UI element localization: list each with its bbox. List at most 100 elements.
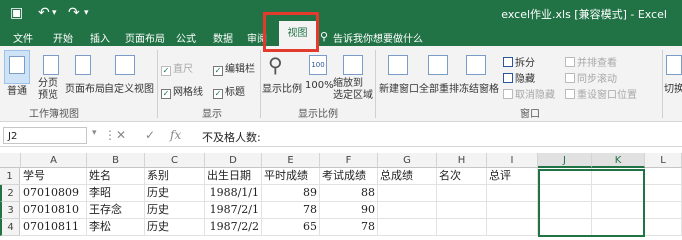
page-layout-view-button[interactable]: 页面布局 xyxy=(65,80,105,95)
cell-f4[interactable]: 78 xyxy=(320,219,378,236)
zoom-to-selection-icon[interactable] xyxy=(343,55,363,75)
cell-l4[interactable] xyxy=(645,219,682,236)
cell-a2[interactable]: 07010809 xyxy=(21,185,87,202)
cancel-icon[interactable]: ✕ xyxy=(116,128,126,142)
formula-bar-checkbox[interactable]: ✓ 编辑栏 xyxy=(213,60,255,76)
column-header-e[interactable]: E xyxy=(262,153,320,168)
cell-i4[interactable] xyxy=(487,219,538,236)
ruler-checkbox[interactable]: ✓ 直尺 xyxy=(161,60,193,76)
column-header-h[interactable]: H xyxy=(437,153,487,168)
cell-f3[interactable]: 90 xyxy=(320,202,378,219)
cell-g1[interactable]: 总成绩 xyxy=(378,168,437,185)
cell-e4[interactable]: 65 xyxy=(262,219,320,236)
arrange-all-button[interactable]: 全部重排 xyxy=(419,80,459,95)
cell-i2[interactable] xyxy=(487,185,538,202)
row-header-1[interactable]: 1 xyxy=(0,168,20,185)
zoom-magnifier-icon[interactable]: ⚲ xyxy=(268,53,283,77)
tab-data[interactable]: 数据 xyxy=(213,30,233,45)
cell-i1[interactable]: 总评 xyxy=(487,168,538,185)
gridlines-checkbox[interactable]: ✓ 网格线 xyxy=(161,83,203,99)
tab-file[interactable]: 文件 xyxy=(13,30,33,45)
column-header-d[interactable]: D xyxy=(205,153,262,168)
name-box[interactable]: J2 xyxy=(3,127,87,144)
cell-d1[interactable]: 出生日期 xyxy=(205,168,262,185)
zoom-100-icon[interactable]: 100 xyxy=(309,55,327,75)
column-header-i[interactable]: I xyxy=(487,153,538,168)
cell-g4[interactable] xyxy=(378,219,437,236)
column-header-f[interactable]: F xyxy=(320,153,378,168)
zoom-to-selection-button[interactable]: 缩放到 选定区域 xyxy=(333,78,373,102)
switch-windows-button[interactable]: 切换窗口 xyxy=(664,80,682,95)
tab-page-layout[interactable]: 页面布局 xyxy=(125,30,165,45)
column-header-c[interactable]: C xyxy=(145,153,205,168)
cell-h3[interactable] xyxy=(437,202,487,219)
cell-i3[interactable] xyxy=(487,202,538,219)
cell-e3[interactable]: 78 xyxy=(262,202,320,219)
column-header-l[interactable]: L xyxy=(645,153,682,168)
undo-icon[interactable]: ↶ xyxy=(38,5,50,21)
cell-h1[interactable]: 名次 xyxy=(437,168,487,185)
new-window-icon[interactable] xyxy=(388,55,408,75)
cell-e1[interactable]: 平时成绩 xyxy=(262,168,320,185)
row-header-3[interactable]: 3 xyxy=(0,202,20,219)
split-button[interactable]: 拆分 xyxy=(503,54,535,69)
cell-b1[interactable]: 姓名 xyxy=(87,168,145,185)
formula-content[interactable]: 不及格人数: xyxy=(202,129,261,145)
switch-windows-icon[interactable] xyxy=(666,55,682,75)
custom-views-button[interactable]: 自定义视图 xyxy=(104,80,154,95)
name-box-dropdown-icon[interactable]: ▾ xyxy=(92,128,97,138)
cell-c2[interactable]: 历史 xyxy=(145,185,205,202)
cell-d4[interactable]: 1987/2/2 xyxy=(205,219,262,236)
cell-a1[interactable]: 学号 xyxy=(21,168,87,185)
cell-l3[interactable] xyxy=(645,202,682,219)
cell-a4[interactable]: 07010811 xyxy=(21,219,87,236)
cell-e2[interactable]: 89 xyxy=(262,185,320,202)
cell-g2[interactable] xyxy=(378,185,437,202)
freeze-panes-button[interactable]: 冻结窗格 xyxy=(459,80,499,95)
column-header-k[interactable]: K xyxy=(592,153,645,168)
cell-l2[interactable] xyxy=(645,185,682,202)
cell-l1[interactable] xyxy=(645,168,682,185)
save-icon[interactable]: ▣ xyxy=(10,5,23,21)
arrange-all-icon[interactable] xyxy=(428,55,448,75)
zoom-100-button[interactable]: 100% xyxy=(305,80,334,91)
column-header-b[interactable]: B xyxy=(87,153,145,168)
cell-c1[interactable]: 系别 xyxy=(145,168,205,185)
cell-f1[interactable]: 考试成绩 xyxy=(320,168,378,185)
normal-view-button[interactable] xyxy=(4,50,30,84)
cell-b3[interactable]: 王存念 xyxy=(87,202,145,219)
tab-insert[interactable]: 插入 xyxy=(90,30,110,45)
enter-icon[interactable]: ✓ xyxy=(145,128,155,142)
tell-me-search[interactable]: 告诉我你想要做什么 xyxy=(333,30,423,45)
hide-button[interactable]: 隐藏 xyxy=(503,70,535,85)
zoom-button[interactable]: 显示比例 xyxy=(262,80,302,95)
cell-b4[interactable]: 李松 xyxy=(87,219,145,236)
cell-f2[interactable]: 88 xyxy=(320,185,378,202)
cell-d2[interactable]: 1988/1/1 xyxy=(205,185,262,202)
column-header-j[interactable]: J xyxy=(538,153,592,168)
cell-d3[interactable]: 1987/2/1 xyxy=(205,202,262,219)
tab-home[interactable]: 开始 xyxy=(53,30,73,45)
cell-b2[interactable]: 李昭 xyxy=(87,185,145,202)
column-header-a[interactable]: A xyxy=(21,153,87,168)
cell-c3[interactable]: 历史 xyxy=(145,202,205,219)
freeze-panes-icon[interactable] xyxy=(466,55,486,75)
undo-dropdown-icon[interactable]: ▾ xyxy=(52,5,57,21)
cell-h2[interactable] xyxy=(437,185,487,202)
page-break-preview-icon[interactable] xyxy=(43,55,59,75)
page-break-preview-button[interactable]: 分页 预览 xyxy=(38,78,58,102)
page-layout-view-icon[interactable] xyxy=(75,55,91,75)
select-all-corner[interactable] xyxy=(0,153,21,168)
cell-h4[interactable] xyxy=(437,219,487,236)
column-header-g[interactable]: G xyxy=(378,153,437,168)
new-window-button[interactable]: 新建窗口 xyxy=(379,80,419,95)
cell-g3[interactable] xyxy=(378,202,437,219)
redo-icon[interactable]: ↷ xyxy=(68,5,80,21)
cell-a3[interactable]: 07010810 xyxy=(21,202,87,219)
row-header-4[interactable]: 4 xyxy=(0,219,20,236)
custom-views-icon[interactable] xyxy=(115,55,135,75)
tab-formulas[interactable]: 公式 xyxy=(176,30,196,45)
row-header-2[interactable]: 2 xyxy=(0,185,20,202)
headings-checkbox[interactable]: ✓ 标题 xyxy=(213,83,245,99)
cell-c4[interactable]: 历史 xyxy=(145,219,205,236)
